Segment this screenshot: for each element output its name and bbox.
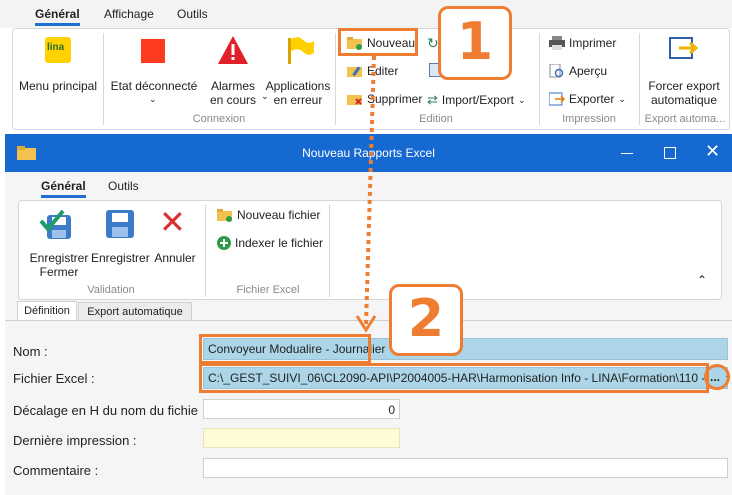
save-check-icon: [39, 209, 71, 239]
group-connexion-label: Connexion: [192, 113, 246, 125]
chevron-down-icon: ⌄: [517, 94, 526, 105]
group-fichier-excel-label: Fichier Excel: [236, 284, 300, 296]
annotation-box-nom: [199, 334, 371, 364]
annotation-box-nouveau: [338, 28, 418, 56]
enregistrer-button[interactable]: Enregistrer: [91, 205, 150, 279]
group-validation-label: Validation: [87, 284, 135, 296]
preview-icon: [549, 64, 564, 78]
alarmes-button[interactable]: Alarmes en cours ⌄: [201, 33, 269, 107]
chevron-down-icon: ⌄: [149, 94, 157, 104]
add-circle-icon: [217, 236, 231, 250]
applications-erreur-button[interactable]: Applications en erreur: [265, 33, 331, 107]
collapse-ribbon-icon[interactable]: ⌃: [697, 273, 707, 287]
imprimer-label: Imprimer: [569, 36, 617, 50]
cancel-icon: ✕: [159, 203, 186, 241]
dialog-tab-outils[interactable]: Outils: [108, 179, 139, 193]
indexer-fichier-button[interactable]: Indexer le fichier: [217, 236, 323, 250]
indexer-fichier-label: Indexer le fichier: [235, 236, 324, 250]
enregistrer-fermer-button[interactable]: Enregistrer Fermer: [23, 205, 91, 279]
minimize-icon[interactable]: [621, 153, 633, 154]
lina-logo-icon: lina: [45, 37, 71, 63]
status-square-icon: [141, 39, 165, 63]
annotation-box-fichier: [199, 363, 709, 393]
enregistrer-label: Enregistrer: [91, 251, 150, 265]
enregistrer-fermer-label: Enregistrer Fermer: [29, 251, 89, 279]
dialog-tab-general[interactable]: Général: [41, 179, 86, 198]
nom-label: Nom :: [13, 344, 48, 359]
decalage-field[interactable]: 0: [203, 399, 400, 419]
annotation-badge-2: 2: [389, 284, 463, 356]
flag-icon: [288, 37, 314, 64]
derniere-impression-field: [203, 428, 400, 448]
warning-icon: [218, 36, 248, 64]
group-impression-label: Impression: [562, 113, 616, 125]
etat-label: Etat déconnecté: [110, 79, 198, 93]
annuler-label: Annuler: [154, 251, 196, 265]
chevron-down-icon: ⌄: [618, 93, 626, 104]
maximize-icon[interactable]: [664, 147, 676, 159]
annotation-badge-1: 1: [438, 6, 512, 80]
refresh-icon[interactable]: ↻: [427, 35, 439, 52]
forcer-export-button[interactable]: Forcer export automatique: [641, 33, 727, 107]
annuler-button[interactable]: ✕ Annuler: [151, 203, 199, 279]
import-export-button[interactable]: ⇄ Import/Export ⌄: [427, 92, 525, 108]
commentaire-label: Commentaire :: [13, 463, 99, 478]
close-icon[interactable]: ✕: [705, 141, 720, 162]
main-ribbon-tabs: Général Affichage Outils: [0, 0, 732, 28]
applications-label: Applications en erreur: [265, 79, 331, 107]
tab-general[interactable]: Général: [35, 7, 80, 26]
exporter-label: Exporter: [569, 92, 615, 106]
nouveau-fichier-label: Nouveau fichier: [237, 208, 321, 222]
import-export-label: Import/Export: [441, 93, 514, 107]
new-folder-icon: [217, 209, 232, 222]
apercu-button[interactable]: Aperçu: [549, 64, 607, 78]
menu-principal-button[interactable]: lina Menu principal: [17, 33, 99, 103]
imprimer-button[interactable]: Imprimer: [549, 36, 616, 50]
annotation-circle-browse: [704, 364, 730, 390]
alarmes-label: Alarmes en cours: [209, 79, 257, 107]
group-export-auto-label: Export automa...: [644, 113, 726, 125]
nouveau-fichier-button[interactable]: Nouveau fichier: [217, 208, 320, 222]
import-export-icon: ⇄: [427, 92, 438, 107]
tab-affichage[interactable]: Affichage: [104, 7, 154, 21]
etat-button[interactable]: Etat déconnecté ⌄: [109, 33, 199, 105]
fichier-excel-label: Fichier Excel :: [13, 371, 95, 386]
subtab-definition[interactable]: Définition: [17, 301, 77, 321]
export-icon: [549, 92, 565, 106]
subtab-export-automatique[interactable]: Export automatique: [78, 302, 192, 321]
derniere-impression-label: Dernière impression :: [13, 433, 137, 448]
exporter-button[interactable]: Exporter ⌄: [549, 92, 626, 106]
decalage-label: Décalage en H du nom du fichie: [13, 403, 199, 418]
menu-principal-label: Menu principal: [18, 79, 98, 93]
commentaire-field[interactable]: [203, 458, 728, 478]
forcer-export-label: Forcer export automatique: [648, 79, 720, 107]
save-icon: [106, 210, 134, 238]
apercu-label: Aperçu: [569, 64, 608, 78]
force-export-icon: [669, 37, 699, 59]
annotation-arrow: [355, 55, 377, 333]
printer-icon: [549, 36, 565, 50]
tab-outils[interactable]: Outils: [177, 7, 208, 21]
